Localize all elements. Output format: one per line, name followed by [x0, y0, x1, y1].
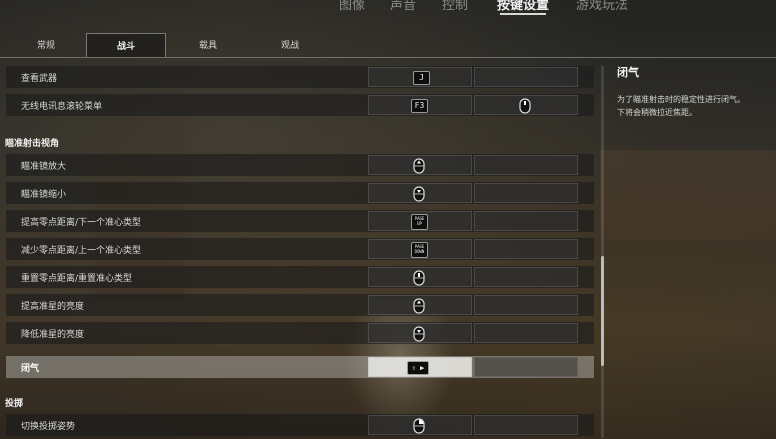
secondary-binding-slot[interactable] [474, 267, 578, 287]
primary-binding-slot[interactable]: ⇧ ▶ [368, 357, 472, 377]
secondary-binding-slot[interactable] [474, 295, 578, 315]
binding-label: 闭气 [21, 364, 40, 374]
description-title: 闭气 [617, 66, 639, 79]
subtab-bar: 常规 战斗 载具 观战 [0, 33, 600, 58]
primary-binding-slot[interactable] [368, 295, 472, 315]
tab-general[interactable]: 常规 [10, 33, 82, 58]
description-text: 为了瞄准射击时的稳定性进行闭气。 下将会稍微拉近焦距。 [617, 95, 745, 117]
key-cap: PAGE UP [411, 214, 428, 230]
binding-label: 降低准星的亮度 [21, 330, 85, 340]
description-panel: 闭气 为了瞄准射击时的稳定性进行闭气。 下将会稍微拉近焦距。 [617, 64, 776, 119]
primary-binding-slot[interactable] [368, 183, 472, 203]
primary-binding-slot[interactable]: PAGE DOWN [368, 239, 472, 259]
primary-binding-slot[interactable]: PAGE UP [368, 211, 472, 231]
binding-row-zeroing-down[interactable]: 减少零点距离/上一个准心类型 PAGE DOWN [6, 238, 594, 260]
list-scrollbar[interactable] [601, 66, 604, 438]
binding-row-zoom-in[interactable]: 瞄准镜放大 [6, 154, 594, 176]
primary-binding-slot[interactable]: J [368, 67, 472, 87]
binding-row-zoom-out[interactable]: 瞄准镜缩小 [6, 182, 594, 204]
binding-label: 查看武器 [21, 74, 58, 84]
top-menu-active-indicator [500, 13, 546, 15]
binding-label: 无线电讯息滚轮菜单 [21, 102, 103, 112]
binding-row-brightness-up[interactable]: 提高准星的亮度 [6, 294, 594, 316]
tab-vehicle[interactable]: 载具 [170, 33, 246, 58]
mouse-scroll-up-icon [413, 298, 425, 314]
binding-label: 提高准星的亮度 [21, 302, 85, 312]
mouse-scroll-down-icon [413, 326, 425, 342]
secondary-binding-slot[interactable] [474, 357, 578, 377]
primary-binding-slot[interactable] [368, 267, 472, 287]
binding-row-hold-breath[interactable]: 闭气 ⇧ ▶ [6, 356, 594, 378]
mouse-right-icon [413, 418, 425, 434]
primary-binding-slot[interactable] [368, 155, 472, 175]
top-menu-control[interactable]: 控制 [442, 0, 468, 13]
key-cap: ⇧ ▶ [407, 361, 429, 375]
mouse-middle-icon [519, 98, 531, 114]
primary-binding-slot[interactable] [368, 415, 472, 435]
binding-label: 重置零点距离/重置准心类型 [21, 274, 133, 284]
secondary-binding-slot[interactable] [474, 323, 578, 343]
secondary-binding-slot[interactable] [474, 183, 578, 203]
tabs-divider [0, 57, 776, 58]
primary-binding-slot[interactable]: F3 [368, 95, 472, 115]
mouse-scroll-down-icon [413, 186, 425, 202]
binding-label: 减少零点距离/上一个准心类型 [21, 246, 142, 256]
section-heading-aim: 瞄准射击视角 [5, 139, 60, 149]
top-menu: 图像 声音 控制 按键设置 游戏玩法 [0, 0, 776, 18]
binding-row-throw-mode[interactable]: 切换投掷姿势 [6, 414, 594, 436]
top-menu-keybindings[interactable]: 按键设置 [497, 0, 549, 13]
secondary-binding-slot[interactable] [474, 415, 578, 435]
binding-row-zeroing-reset[interactable]: 重置零点距离/重置准心类型 [6, 266, 594, 288]
secondary-binding-slot[interactable] [474, 239, 578, 259]
key-cap: J [413, 71, 430, 85]
secondary-binding-slot[interactable] [474, 211, 578, 231]
binding-label: 切换投掷姿势 [21, 422, 76, 432]
binding-label: 提高零点距离/下一个准心类型 [21, 218, 142, 228]
mouse-scroll-up-icon [413, 158, 425, 174]
keybinding-list: 查看武器 J 无线电讯息滚轮菜单 F3 瞄准射击视角 瞄准镜放大 瞄准镜缩小 提… [0, 64, 595, 439]
binding-row-brightness-down[interactable]: 降低准星的亮度 [6, 322, 594, 344]
primary-binding-slot[interactable] [368, 323, 472, 343]
secondary-binding-slot[interactable] [474, 95, 578, 115]
tab-combat[interactable]: 战斗 [86, 33, 166, 58]
binding-row-inspect-weapon[interactable]: 查看武器 J [6, 66, 594, 88]
key-cap: PAGE DOWN [411, 242, 428, 258]
secondary-binding-slot[interactable] [474, 67, 578, 87]
binding-label: 瞄准镜缩小 [21, 190, 67, 200]
binding-label: 瞄准镜放大 [21, 162, 67, 172]
top-menu-gameplay[interactable]: 游戏玩法 [576, 0, 628, 13]
section-heading-throw: 投掷 [5, 399, 24, 409]
secondary-binding-slot[interactable] [474, 155, 578, 175]
binding-row-radio-wheel[interactable]: 无线电讯息滚轮菜单 F3 [6, 94, 594, 116]
key-cap: F3 [411, 99, 428, 113]
mouse-middle-icon [413, 270, 425, 286]
top-menu-sound[interactable]: 声音 [390, 0, 416, 13]
top-menu-graphics[interactable]: 图像 [339, 0, 365, 13]
background-fence [600, 150, 776, 240]
binding-row-zeroing-up[interactable]: 提高零点距离/下一个准心类型 PAGE UP [6, 210, 594, 232]
scrollbar-thumb[interactable] [601, 256, 604, 366]
tab-spectate[interactable]: 观战 [252, 33, 328, 58]
